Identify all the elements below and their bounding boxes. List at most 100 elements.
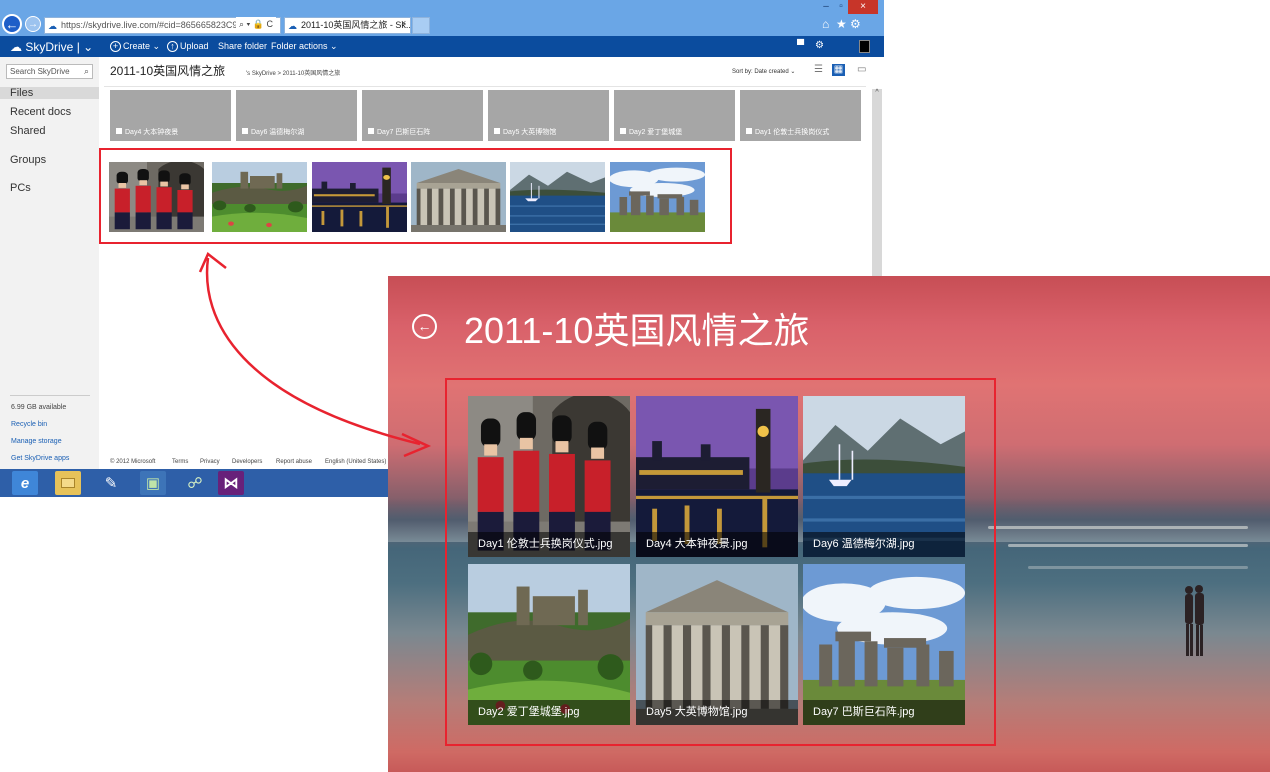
folder-actions-button[interactable]: Folder actions ⌄ bbox=[271, 41, 338, 52]
forward-arrow-icon[interactable]: → bbox=[25, 16, 41, 32]
folder-tile[interactable]: Day7 巴斯巨石阵 bbox=[362, 90, 483, 141]
close-button[interactable]: × bbox=[848, 0, 878, 14]
brand-name: SkyDrive bbox=[25, 40, 74, 54]
upload-label: Upload bbox=[180, 41, 209, 51]
browser-tab[interactable]: ☁ 2011-10英国风情之旅 - Sk... bbox=[284, 17, 411, 34]
folder-label: Day7 巴斯巨石阵 bbox=[368, 127, 430, 137]
skydrive-logo[interactable]: ☁ SkyDrive | ⌄ bbox=[10, 40, 93, 54]
wave bbox=[1028, 566, 1248, 569]
search-icon[interactable]: ⌕ bbox=[84, 65, 89, 78]
folder-icon bbox=[116, 128, 122, 134]
metro-app-panel: ← 2011-10英国风情之旅 Day1 伦敦士兵换岗仪式.jpg Day4 大… bbox=[388, 276, 1270, 772]
visual-studio-icon[interactable]: ⋈ bbox=[218, 471, 244, 495]
folder-name: Day5 大英博物馆 bbox=[503, 129, 557, 136]
upload-button[interactable]: ↑ Upload bbox=[167, 41, 209, 52]
recycle-bin-link[interactable]: Recycle bin bbox=[11, 421, 47, 428]
create-button[interactable]: + Create ⌄ bbox=[110, 41, 160, 52]
silhouette-couple bbox=[1185, 585, 1204, 656]
plus-icon: + bbox=[110, 41, 121, 52]
folder-name: Day6 温德梅尔湖 bbox=[251, 129, 305, 136]
scrollbar[interactable] bbox=[872, 89, 882, 277]
back-arrow-icon[interactable]: ← bbox=[2, 14, 22, 34]
folder-tile[interactable]: Day1 伦敦士兵换岗仪式 bbox=[740, 90, 861, 141]
sort-dropdown[interactable]: Sort by: Date created ⌄ bbox=[732, 68, 795, 75]
folder-icon bbox=[242, 128, 248, 134]
get-apps-link[interactable]: Get SkyDrive apps bbox=[11, 455, 69, 462]
highlight-box-thumbnails bbox=[99, 148, 732, 244]
folder-label: Day4 大本钟夜景 bbox=[116, 127, 178, 137]
details-pane-icon[interactable]: ▭ bbox=[857, 64, 866, 75]
chat-icon[interactable]: ▀ bbox=[797, 40, 804, 51]
footer-terms-link[interactable]: Terms bbox=[172, 459, 188, 465]
thumbnail-view-icon[interactable]: ▦ bbox=[832, 64, 845, 76]
folder-tile[interactable]: Day6 温德梅尔湖 bbox=[236, 90, 357, 141]
paint-icon[interactable]: ✎ bbox=[98, 471, 124, 495]
sidebar-item-groups[interactable]: Groups bbox=[10, 154, 46, 166]
breadcrumb[interactable]: 's SkyDrive > 2011-10英国风情之旅 bbox=[246, 68, 340, 77]
folder-label: Day1 伦敦士兵换岗仪式 bbox=[746, 127, 829, 137]
create-label: Create bbox=[123, 41, 151, 51]
folder-name: Day4 大本钟夜景 bbox=[125, 129, 179, 136]
folder-label: Day5 大英博物馆 bbox=[494, 127, 556, 137]
tab-title: 2011-10英国风情之旅 - Sk... bbox=[301, 20, 411, 30]
browser-chrome: ← → ☁ https://skydrive.live.com/#cid=865… bbox=[0, 0, 884, 36]
cloud-icon: ☁ bbox=[288, 21, 297, 31]
settings-gear-icon[interactable]: ⚙ bbox=[815, 40, 824, 51]
ie-icon[interactable]: e bbox=[12, 471, 38, 495]
folder-tile[interactable]: Day5 大英博物馆 bbox=[488, 90, 609, 141]
folder-tile[interactable]: Day2 爱丁堡城堡 bbox=[614, 90, 735, 141]
manage-storage-link[interactable]: Manage storage bbox=[11, 438, 62, 445]
back-circle-icon[interactable]: ← bbox=[412, 314, 437, 339]
metro-page-title: 2011-10英国风情之旅 bbox=[464, 310, 810, 351]
app-icon[interactable]: ▣ bbox=[140, 471, 166, 495]
address-text: https://skydrive.live.com/#cid=865665823… bbox=[61, 20, 243, 30]
sidebar-item-shared[interactable]: Shared bbox=[10, 125, 45, 137]
footer-language-link[interactable]: English (United States) bbox=[325, 459, 386, 465]
upload-icon: ↑ bbox=[167, 41, 178, 52]
cloud-icon: ☁ bbox=[48, 21, 57, 31]
footer-report-abuse-link[interactable]: Report abuse bbox=[276, 459, 312, 465]
new-tab-button[interactable] bbox=[412, 17, 430, 34]
folder-tile[interactable]: Day4 大本钟夜景 bbox=[110, 90, 231, 141]
sidebar-item-files[interactable]: Files bbox=[0, 87, 99, 99]
list-view-icon[interactable]: ☰ bbox=[814, 64, 823, 75]
chevron-down-icon: ⌄ bbox=[83, 40, 94, 54]
address-controls[interactable]: ⌕ ▾ 🔒 C bbox=[236, 17, 277, 32]
folder-label: Day6 温德梅尔湖 bbox=[242, 127, 304, 137]
header-divider bbox=[104, 86, 866, 87]
profile-avatar[interactable] bbox=[859, 40, 870, 53]
cloud-icon: ☁ bbox=[10, 40, 22, 54]
folder-icon bbox=[620, 128, 626, 134]
scroll-up-icon[interactable]: ^ bbox=[872, 89, 882, 96]
brand-separator: | bbox=[76, 40, 80, 54]
sidebar-item-recent-docs[interactable]: Recent docs bbox=[10, 106, 71, 118]
share-folder-button[interactable]: Share folder bbox=[218, 41, 267, 51]
gear-icon[interactable]: ⚙ bbox=[850, 17, 861, 31]
skydrive-appbar: ☁ SkyDrive | ⌄ + Create ⌄ ↑ Upload Share f… bbox=[0, 36, 884, 57]
footer-copyright: © 2012 Microsoft bbox=[110, 459, 156, 465]
network-icon[interactable]: ☍ bbox=[182, 471, 208, 495]
tab-close-icon[interactable]: × bbox=[401, 18, 406, 28]
folder-label: Day2 爱丁堡城堡 bbox=[620, 127, 682, 137]
star-icon[interactable]: ★ bbox=[836, 17, 847, 31]
search-placeholder: Search SkyDrive bbox=[10, 67, 70, 76]
folder-icon bbox=[494, 128, 500, 134]
folder-actions-label: Folder actions bbox=[271, 41, 328, 51]
search-input[interactable]: Search SkyDrive ⌕ bbox=[6, 64, 93, 79]
highlight-box-photos bbox=[445, 378, 996, 746]
folder-name: Day2 爱丁堡城堡 bbox=[629, 129, 683, 136]
home-icon[interactable]: ⌂ bbox=[822, 17, 829, 31]
explorer-icon[interactable] bbox=[55, 471, 81, 495]
page-title: 2011-10英国风情之旅 bbox=[110, 64, 226, 78]
sidebar-item-pcs[interactable]: PCs bbox=[10, 182, 31, 194]
storage-available: 6.99 GB available bbox=[11, 404, 67, 411]
sidebar-divider bbox=[10, 395, 90, 396]
maximize-button[interactable]: ▫ bbox=[834, 0, 848, 14]
minimize-button[interactable]: – bbox=[818, 0, 834, 14]
folder-icon bbox=[368, 128, 374, 134]
footer-privacy-link[interactable]: Privacy bbox=[200, 459, 220, 465]
wave bbox=[1008, 544, 1248, 547]
footer-developers-link[interactable]: Developers bbox=[232, 459, 262, 465]
wave bbox=[988, 526, 1248, 529]
sidebar: Search SkyDrive ⌕ Files Recent docs Shar… bbox=[0, 57, 99, 497]
